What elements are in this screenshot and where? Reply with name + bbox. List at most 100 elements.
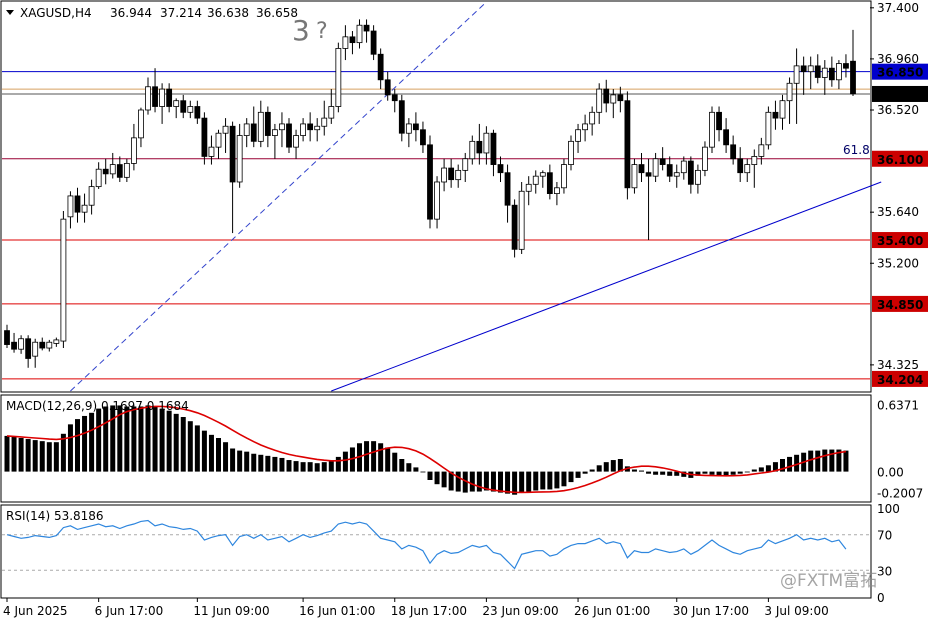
macd-tick-label: 0.6371 <box>877 399 919 413</box>
candle-body <box>807 65 814 73</box>
macd-bar <box>554 471 560 489</box>
macd-bar <box>526 471 532 492</box>
candle-body <box>483 132 490 154</box>
candle-body <box>758 144 765 157</box>
candle-body <box>46 341 53 349</box>
macd-bar <box>244 451 250 472</box>
macd-bar <box>758 467 764 472</box>
macd-bar <box>230 448 236 472</box>
time-tick-label: 16 Jun 01:00 <box>299 604 375 618</box>
macd-bar <box>25 439 31 472</box>
candle-body <box>187 106 194 113</box>
price-chart[interactable]: 0.63710.00-0.2007 10070300 37.40036.9603… <box>0 0 936 624</box>
candle-body <box>271 129 278 136</box>
macd-bar <box>237 450 243 472</box>
macd-bar <box>328 461 334 472</box>
candle-body <box>709 111 715 148</box>
price-tick-label: 35.640 <box>877 205 919 219</box>
macd-bar <box>751 469 757 472</box>
macd-bar <box>364 441 370 472</box>
macd-bar <box>575 471 581 478</box>
candle-body <box>4 330 10 345</box>
candle-body <box>582 123 588 131</box>
macd-bar <box>646 471 652 474</box>
rsi-tick-label: 30 <box>877 564 892 578</box>
candle-body <box>680 160 687 174</box>
wave-label: 3 <box>292 14 310 47</box>
candle-body <box>109 164 116 175</box>
candle-body <box>476 140 483 154</box>
candle-body <box>652 158 659 177</box>
candle-body <box>159 88 166 107</box>
candle-body <box>363 24 370 32</box>
macd-bar <box>822 449 828 472</box>
candle-body <box>596 88 603 113</box>
time-tick-label: 4 Jun 2025 <box>3 604 68 618</box>
macd-bar <box>166 410 172 472</box>
candle-body <box>814 65 821 78</box>
candle-body <box>497 164 504 174</box>
price-tick-label: 35.200 <box>877 256 919 270</box>
macd-bar <box>300 462 306 472</box>
macd-bar <box>53 442 59 472</box>
macd-bar <box>441 471 447 488</box>
macd-bar <box>216 438 221 472</box>
macd-bar <box>258 454 264 472</box>
candle-body <box>821 67 828 78</box>
macd-bar <box>307 462 313 472</box>
candle-body <box>215 132 222 148</box>
macd-bar <box>152 406 158 472</box>
macd-bar <box>82 415 88 472</box>
candle-body <box>568 140 574 165</box>
candle-body <box>74 195 81 213</box>
candle-body <box>751 156 758 165</box>
level-price-label: 36.658 <box>877 88 923 102</box>
macd-bar <box>490 471 496 492</box>
macd-bar <box>46 442 52 472</box>
candle-body <box>420 129 426 146</box>
candle-body <box>208 146 215 157</box>
candle-body <box>398 100 405 134</box>
fib-label: 61.8 <box>843 143 870 157</box>
time-tick-label: 11 Jun 09:00 <box>193 604 269 618</box>
macd-bar <box>596 465 602 472</box>
macd-bar <box>194 425 200 472</box>
wave-question-mark: ? <box>316 19 328 44</box>
candle-body <box>441 167 448 183</box>
time-tick-label: 26 Jun 01:00 <box>574 604 650 618</box>
low-value: 36.638 <box>207 6 249 20</box>
macd-bar <box>815 450 821 472</box>
open-value: 36.944 <box>110 6 152 20</box>
candle-body <box>836 63 842 81</box>
time-tick-label: 6 Jun 17:00 <box>95 604 164 618</box>
candle-body <box>659 158 666 165</box>
macd-bar <box>744 471 750 473</box>
macd-bar <box>413 467 419 472</box>
candle-body <box>603 88 610 104</box>
candle-body <box>32 341 39 357</box>
macd-bar <box>32 440 38 472</box>
candle-body <box>525 183 532 192</box>
macd-bar <box>427 471 433 480</box>
macd-bar <box>223 442 229 472</box>
candle-body <box>391 94 398 102</box>
macd-bar <box>660 471 666 475</box>
macd-bar <box>180 417 186 472</box>
macd-bar <box>568 471 574 483</box>
candle-body <box>123 163 130 178</box>
level-price-label: 34.850 <box>877 298 923 312</box>
candle-body <box>843 63 849 69</box>
candle-body <box>257 111 264 142</box>
macd-bar <box>89 412 95 472</box>
macd-bar <box>173 413 179 472</box>
candle-body <box>765 111 772 146</box>
candle-body <box>264 111 271 136</box>
candle-body <box>293 135 299 148</box>
candle-body <box>490 132 497 165</box>
candle-body <box>589 111 596 125</box>
candle-body <box>88 186 95 206</box>
macd-bar <box>533 471 539 491</box>
candle-body <box>575 129 581 142</box>
candle-body <box>412 123 419 131</box>
candle-body <box>116 164 123 178</box>
